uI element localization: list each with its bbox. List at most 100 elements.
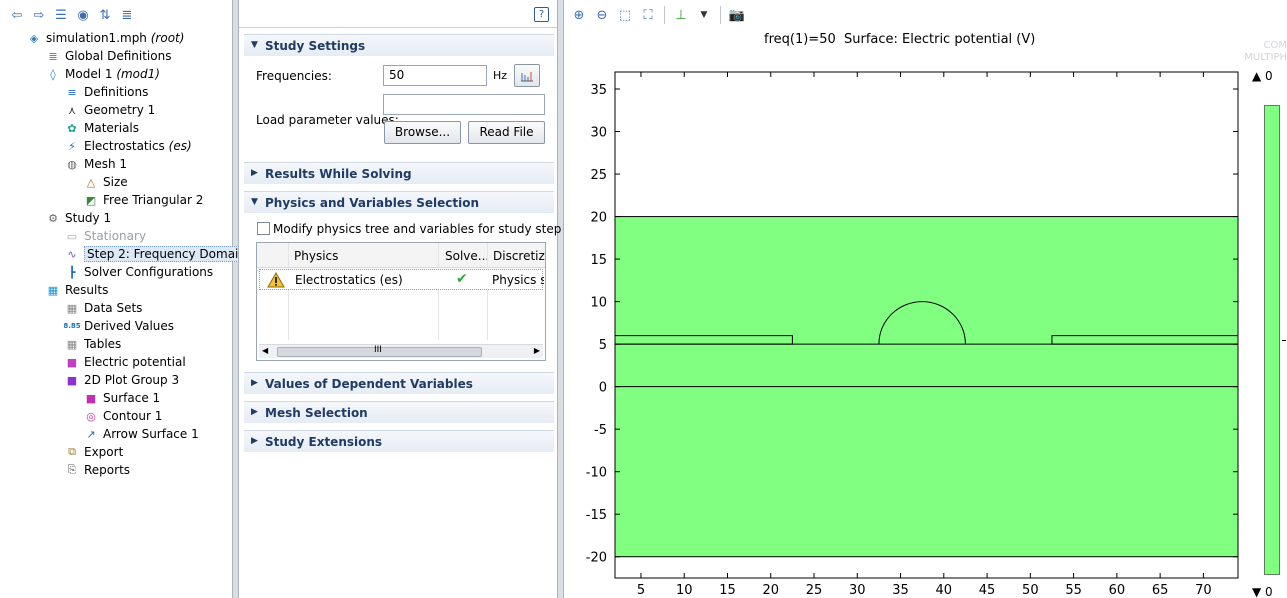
tree-item[interactable]: ◈ simulation1.mph (root) [26, 29, 185, 47]
tree-item-label: Export [84, 445, 123, 459]
data-sets-icon: ▦ [66, 301, 78, 315]
tree-item[interactable]: ◊ Model 1 (mod1) [45, 65, 160, 83]
solver-configurations-icon: ┣ [68, 265, 76, 279]
column-header-solve[interactable]: Solve... [445, 249, 489, 263]
show-icon[interactable]: ◉ [74, 6, 92, 24]
tree-item[interactable]: ▦ Results [45, 281, 109, 299]
definitions-icon: ≡ [67, 85, 77, 99]
study-icon: ⚙ [48, 211, 58, 225]
y-tick-label: 0 [599, 381, 607, 396]
tree-item-text: 2D Plot Group 3 [84, 373, 180, 387]
load-parameter-input[interactable] [383, 94, 545, 115]
tree-item[interactable]: ■ Surface 1 [83, 389, 160, 407]
collapsed-arrow-icon: ▶ [251, 378, 258, 388]
sort-icon[interactable]: ⇅ [96, 6, 114, 24]
tree-item[interactable]: ■ Electric potential [64, 353, 186, 371]
tree-item[interactable]: ▦ Data Sets [64, 299, 143, 317]
plot-group-icon: ■ [66, 373, 78, 387]
tree-item[interactable]: ✿ Materials [64, 119, 139, 137]
section-physics-variables[interactable]: ▼ Physics and Variables Selection [244, 191, 554, 213]
back-arrow-icon[interactable]: ⇦ [8, 6, 26, 24]
tree-item[interactable]: ◍ Mesh 1 [64, 155, 127, 173]
tree-item-label: Study 1 [65, 211, 111, 225]
tree-item-text: Size [103, 175, 128, 189]
tree-item[interactable]: ⚙ Study 1 [45, 209, 111, 227]
tree-item-text: Electric potential [84, 355, 186, 369]
tree-item[interactable]: 8.85 Derived Values [63, 317, 175, 335]
column-header-physics[interactable]: Physics [294, 249, 338, 263]
tree-item-label: Stationary [84, 229, 146, 243]
tree-item-text: Study 1 [65, 211, 112, 225]
derived-values-icon: 8.85 [63, 322, 81, 330]
tree-item[interactable]: ⋏ Geometry 1 [64, 101, 155, 119]
tree-item-text: Derived Values [84, 319, 175, 333]
table-row[interactable]: Electrostatics (es) ✔ Physics se [259, 269, 544, 290]
tree-item-text: Free Triangular 2 [103, 193, 204, 207]
collapse-tree-icon[interactable]: ☰ [52, 6, 70, 24]
free-triangular-icon: ◩ [85, 193, 97, 207]
scroll-left-icon[interactable]: ◀ [262, 346, 268, 355]
tree-item-label: Model 1 (mod1) [65, 67, 160, 81]
tree-item-label: Arrow Surface 1 [103, 427, 199, 441]
tree-item[interactable]: ▭ Stationary [64, 227, 146, 245]
global-definitions-icon: ≣ [48, 49, 58, 63]
forward-arrow-icon[interactable]: ⇨ [30, 6, 48, 24]
tree-item[interactable]: ⚡ Electrostatics (es) [64, 137, 192, 155]
frequencies-unit: Hz [493, 69, 508, 82]
column-divider [288, 243, 289, 340]
plot-canvas[interactable]: 5 10 15 20 25 30 35 40 45 50 55 60 65 703530252015105… [564, 0, 1287, 598]
frequencies-input[interactable]: 50 [383, 65, 487, 86]
section-study-settings[interactable]: ▼ Study Settings [244, 34, 554, 56]
section-values-dependent[interactable]: ▶ Values of Dependent Variables [244, 372, 554, 394]
section-mesh-selection[interactable]: ▶ Mesh Selection [244, 401, 554, 423]
section-results-while-solving[interactable]: ▶ Results While Solving [244, 162, 554, 184]
tree-item[interactable]: ≣ Global Definitions [45, 47, 171, 65]
table-horizontal-scrollbar[interactable]: ◀ III ▶ [259, 344, 543, 358]
file-icon: ◈ [29, 31, 39, 45]
range-icon [521, 72, 533, 82]
row-discretization: Physics se [492, 273, 544, 287]
grip-icon: III [374, 345, 382, 355]
tree-item[interactable]: ↗ Arrow Surface 1 [83, 425, 199, 443]
tree-item[interactable]: △ Size [83, 173, 128, 191]
tree-item[interactable]: ◎ Contour 1 [83, 407, 162, 425]
tree-item-label: Electrostatics (es) [84, 139, 192, 153]
x-tick-label: 65 [1152, 583, 1169, 598]
tree-item[interactable]: ▦ Tables [64, 335, 122, 353]
tree-item[interactable]: ∿ Step 2: Frequency Domain [64, 245, 249, 263]
modify-physics-label: Modify physics tree and variables for st… [273, 222, 562, 236]
tree-item-text: Arrow Surface 1 [103, 427, 199, 441]
tree-item-label: Data Sets [84, 301, 142, 315]
modify-physics-checkbox[interactable] [257, 222, 270, 235]
tree-item-label: Reports [84, 463, 130, 477]
tree-item[interactable]: ⎘ Reports [64, 461, 130, 479]
y-tick-label: -15 [586, 508, 607, 523]
tree-item[interactable]: ■ 2D Plot Group 3 [64, 371, 179, 389]
column-header-discretization[interactable]: Discretiza [493, 249, 545, 263]
x-tick-label: 40 [936, 583, 953, 598]
tree-item[interactable]: ⧉ Export [64, 443, 123, 461]
tree-item-label: simulation1.mph (root) [46, 31, 184, 45]
tree-item-text: Contour 1 [103, 409, 163, 423]
tree-item[interactable]: ┣ Solver Configurations [64, 263, 213, 281]
tree-item-label: 2D Plot Group 3 [84, 373, 179, 387]
range-button[interactable] [514, 64, 540, 87]
read-file-button[interactable]: Read File [468, 121, 545, 144]
tree-item-text: Reports [84, 463, 131, 477]
frequency-domain-icon: ∿ [67, 247, 77, 261]
help-icon[interactable]: ? [534, 7, 549, 22]
checkmark-icon[interactable]: ✔ [456, 271, 468, 287]
scroll-right-icon[interactable]: ▶ [534, 346, 540, 355]
tree-item-label: Free Triangular 2 [103, 193, 203, 207]
collapsed-arrow-icon: ▶ [251, 436, 258, 446]
expand-icon[interactable]: ≣ [118, 6, 136, 24]
graphics-panel: ⊕ ⊖ ⬚ ⛶ ⊥ ▼ 📷 freq(1)=50 Surface: Electr… [563, 0, 1287, 598]
colorbar-min-label: ▼ 0 [1252, 585, 1273, 598]
browse-button[interactable]: Browse... [384, 121, 461, 144]
tree-item[interactable]: ≡ Definitions [64, 83, 148, 101]
tree-item[interactable]: ◩ Free Triangular 2 [83, 191, 204, 209]
section-study-extensions[interactable]: ▶ Study Extensions [244, 430, 554, 452]
tree-item-label: Materials [84, 121, 139, 135]
scrollbar-thumb[interactable]: III [277, 345, 482, 357]
tree-item-label: Size [103, 175, 128, 189]
